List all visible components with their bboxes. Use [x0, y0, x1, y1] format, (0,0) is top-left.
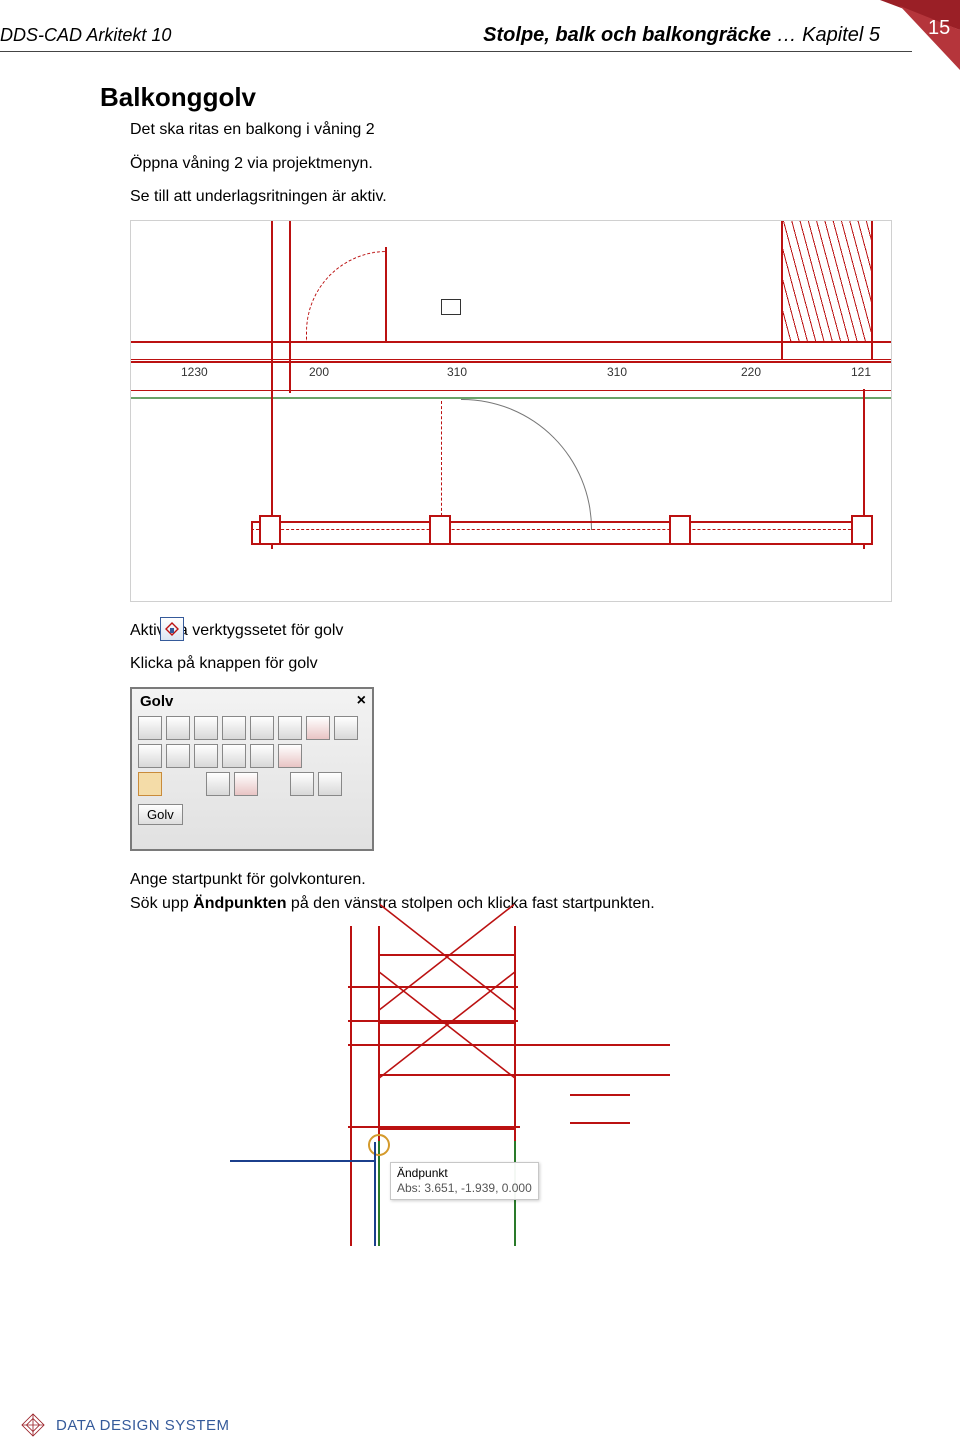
toolbar-icon[interactable]	[222, 744, 246, 768]
paragraph-activate-toolset: Aktivera verktygssetet för golv	[130, 620, 890, 642]
text-span: Sök upp	[130, 895, 193, 912]
cad-drawing-top: 1230 200 310 310 220 121	[130, 220, 892, 602]
header-left: DDS-CAD Arkitekt 10	[0, 25, 171, 46]
paragraph-1: Det ska ritas en balkong i våning 2	[130, 119, 890, 141]
toolbar-icon[interactable]	[334, 716, 358, 740]
paragraph-3: Se till att underlagsritningen är aktiv.	[130, 186, 890, 208]
snap-tooltip: Ändpunkt Abs: 3.651, -1.939, 0.000	[390, 1162, 539, 1200]
paragraph-click-button: Klicka på knappen för golv	[130, 653, 890, 675]
paragraph-startpoint: Ange startpunkt för golvkonturen.	[130, 869, 890, 891]
footer-brand: DATA DESIGN SYSTEM	[20, 1412, 229, 1438]
toolbar-icon[interactable]	[166, 716, 190, 740]
toolbar-icon[interactable]	[194, 716, 218, 740]
cad-drawing-endpoint: Ändpunkt Abs: 3.651, -1.939, 0.000	[230, 926, 670, 1246]
page-number: 15	[928, 17, 950, 39]
toolbar-icon[interactable]	[278, 744, 302, 768]
header-right: Stolpe, balk och balkongräcke … Kapitel …	[483, 24, 880, 47]
toolbar-icon[interactable]	[290, 772, 314, 796]
paragraph-2: Öppna våning 2 via projektmenyn.	[130, 153, 890, 175]
dim-1: 1230	[181, 365, 208, 379]
toolbar-icon[interactable]	[166, 744, 190, 768]
toolbar-icon[interactable]	[278, 716, 302, 740]
header-divider	[0, 51, 912, 52]
toolbar-icon[interactable]	[306, 716, 330, 740]
toolbar-icon[interactable]	[138, 716, 162, 740]
section-title: Balkonggolv	[100, 82, 890, 113]
dim-4: 310	[607, 365, 627, 379]
golv-tool-panel: Golv ×	[130, 687, 374, 851]
toolbar-icon[interactable]	[222, 716, 246, 740]
dim-6: 121	[851, 365, 871, 379]
header-title-bold: Stolpe, balk och balkongräcke	[483, 24, 771, 46]
toolbar-icon[interactable]	[318, 772, 342, 796]
toolset-icon	[160, 617, 184, 641]
tool-panel-title: Golv	[132, 689, 372, 714]
footer-brand-text: DATA DESIGN SYSTEM	[56, 1417, 229, 1434]
tool-panel-close-icon[interactable]: ×	[357, 692, 366, 710]
text-bold-andpunkten: Ändpunkten	[193, 895, 286, 912]
tooltip-title: Ändpunkt	[397, 1166, 532, 1181]
toolbar-icon[interactable]	[250, 744, 274, 768]
dim-5: 220	[741, 365, 761, 379]
text-span: på den vänstra stolpen och klicka fast s…	[286, 895, 654, 912]
toolbar-icon[interactable]	[250, 716, 274, 740]
dim-3: 310	[447, 365, 467, 379]
golv-button[interactable]: Golv	[138, 804, 183, 825]
tooltip-coords: Abs: 3.651, -1.939, 0.000	[397, 1181, 532, 1196]
dim-2: 200	[309, 365, 329, 379]
dds-logo-icon	[20, 1412, 46, 1438]
toolbar-icon[interactable]	[138, 744, 162, 768]
golv-tile-button[interactable]	[138, 772, 162, 796]
toolbar-icon[interactable]	[234, 772, 258, 796]
page-number-flag: 15	[850, 0, 960, 90]
toolbar-icon[interactable]	[206, 772, 230, 796]
toolbar-icon[interactable]	[194, 744, 218, 768]
